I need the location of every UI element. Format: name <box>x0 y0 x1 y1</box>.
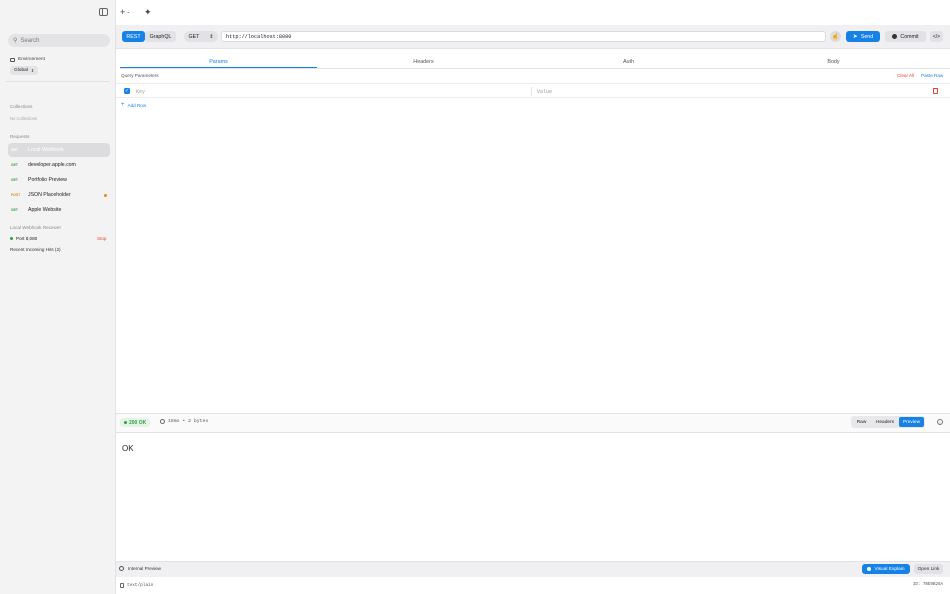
environment-select[interactable]: Global ⇕ <box>10 66 39 75</box>
url-value: http://localhost:8080 <box>226 33 292 40</box>
view-raw-tab[interactable]: Raw <box>852 417 871 427</box>
tab-auth[interactable]: Auth <box>530 56 727 68</box>
view-headers-tab[interactable]: Headers <box>872 417 898 427</box>
content-type-text: text/plain <box>127 583 154 588</box>
mode-graphql-tab[interactable]: GraphQL <box>145 31 176 42</box>
response-meta: 16ms • 2 bytes <box>160 419 208 424</box>
visual-explain-button[interactable]: Visual Explain <box>862 564 910 574</box>
url-input[interactable]: http://localhost:8080 <box>221 31 826 42</box>
request-name: Apple Website <box>28 207 62 213</box>
plus-icon: + <box>121 102 125 108</box>
method-badge: GET <box>11 163 18 167</box>
request-item-json-placeholder[interactable]: POST JSON Placeholder <box>8 188 110 202</box>
status-text: 200 OK <box>129 419 147 426</box>
status-bar <box>116 577 950 594</box>
commit-icon <box>892 34 898 39</box>
search-input[interactable]: ⚲ Search <box>8 34 110 47</box>
sidebar <box>0 0 116 594</box>
view-preview-tab[interactable]: Preview <box>899 417 924 427</box>
chevron-updown-icon: ⇕ <box>30 68 35 73</box>
add-row-button[interactable]: + Add Row <box>121 102 146 108</box>
plus-icon: + <box>120 7 126 17</box>
sparkle-icon[interactable]: ✦ <box>144 7 152 18</box>
request-item-local-webhook[interactable]: GET Local Webhook <box>8 143 110 157</box>
divider <box>6 81 110 82</box>
sidebar-toggle-icon[interactable] <box>99 8 108 16</box>
send-icon: ➤ <box>852 34 858 40</box>
request-item-apple-website[interactable]: GET Apple Website <box>8 203 110 217</box>
tab-params[interactable]: Params <box>120 56 317 68</box>
info-icon[interactable]: i <box>937 419 943 425</box>
preview-bar <box>116 561 950 577</box>
new-request-button[interactable]: + ⌄ <box>120 7 130 17</box>
open-link-button[interactable]: Open Link <box>914 564 943 574</box>
request-name: Portfolio Preview <box>28 177 67 183</box>
commit-button[interactable]: Commit <box>885 31 926 42</box>
param-enabled-checkbox[interactable]: ✓ <box>124 88 130 94</box>
tab-body[interactable]: Body <box>735 56 932 68</box>
webhook-port: Port 8,080 <box>10 236 37 241</box>
environment-value: Global <box>14 68 28 73</box>
send-label: Send <box>860 33 874 40</box>
status-badge: 200 OK <box>120 418 151 427</box>
hand-icon[interactable]: ☝ <box>830 31 841 42</box>
modified-indicator <box>104 193 107 197</box>
send-button[interactable]: ➤ Send <box>846 31 880 42</box>
clear-all-button[interactable]: Clear All <box>897 73 914 78</box>
webhook-header: Local Webhook Receiver <box>10 225 61 230</box>
param-key-input[interactable]: Key <box>136 89 145 95</box>
add-row-label: Add Row <box>127 102 147 108</box>
internal-preview-label: Internal Preview <box>119 566 161 571</box>
method-select[interactable]: GET ⇕ <box>184 31 218 42</box>
method-badge: GET <box>11 208 18 212</box>
environment-section: Environment <box>10 57 45 62</box>
mode-rest-tab[interactable]: REST <box>122 31 145 42</box>
code-snippet-button[interactable]: </> <box>930 31 943 42</box>
search-icon: ⚲ <box>13 38 18 44</box>
chevron-down-icon: ⌄ <box>126 9 131 15</box>
query-params-header: Query Parameters <box>121 73 159 78</box>
request-name: developer.apple.com <box>28 162 76 168</box>
environment-icon <box>10 57 15 62</box>
collections-header: Collections <box>10 104 33 109</box>
recent-hits-link[interactable]: Recent Incoming Hits (2) <box>10 247 61 252</box>
request-item-portfolio-preview[interactable]: GET Portfolio Preview <box>8 173 110 187</box>
response-meta-text: 16ms • 2 bytes <box>168 419 209 424</box>
request-name: JSON Placeholder <box>28 192 71 198</box>
paste-raw-button[interactable]: Paste Raw <box>921 73 943 78</box>
divider <box>116 97 950 98</box>
trash-icon[interactable] <box>933 88 938 94</box>
request-id: ID: 7BE9B26A <box>912 583 943 587</box>
internal-preview-text: Internal Preview <box>128 566 161 571</box>
status-dot <box>124 421 127 424</box>
method-badge: GET <box>11 178 18 182</box>
divider <box>531 87 532 96</box>
document-icon <box>120 583 124 588</box>
commit-label: Commit <box>900 33 919 40</box>
tab-headers[interactable]: Headers <box>325 56 522 68</box>
method-badge: POST <box>11 193 21 197</box>
collections-empty: No Collections <box>10 116 37 121</box>
visual-explain-label: Visual Explain <box>874 566 905 572</box>
clock-icon <box>160 419 165 424</box>
response-body: OK <box>122 444 134 453</box>
tabs-divider <box>120 68 950 69</box>
chevron-updown-icon: ⇕ <box>209 33 214 40</box>
divider <box>116 83 950 84</box>
method-value: GET <box>188 33 200 40</box>
param-value-input[interactable]: Value <box>537 89 552 95</box>
response-bar <box>116 413 950 433</box>
environment-label: Environment <box>18 57 45 62</box>
port-label: Port 8,080 <box>16 236 38 241</box>
requests-header: Requests <box>10 134 30 139</box>
compass-icon <box>119 566 124 571</box>
status-dot <box>10 237 13 240</box>
stop-button[interactable]: Stop <box>97 236 106 241</box>
eye-icon <box>867 567 872 571</box>
content-type: text/plain <box>120 583 153 588</box>
method-badge: GET <box>11 148 18 152</box>
request-name: Local Webhook <box>28 147 64 153</box>
request-item-developer-apple[interactable]: GET developer.apple.com <box>8 158 110 172</box>
search-placeholder: Search <box>20 37 40 44</box>
